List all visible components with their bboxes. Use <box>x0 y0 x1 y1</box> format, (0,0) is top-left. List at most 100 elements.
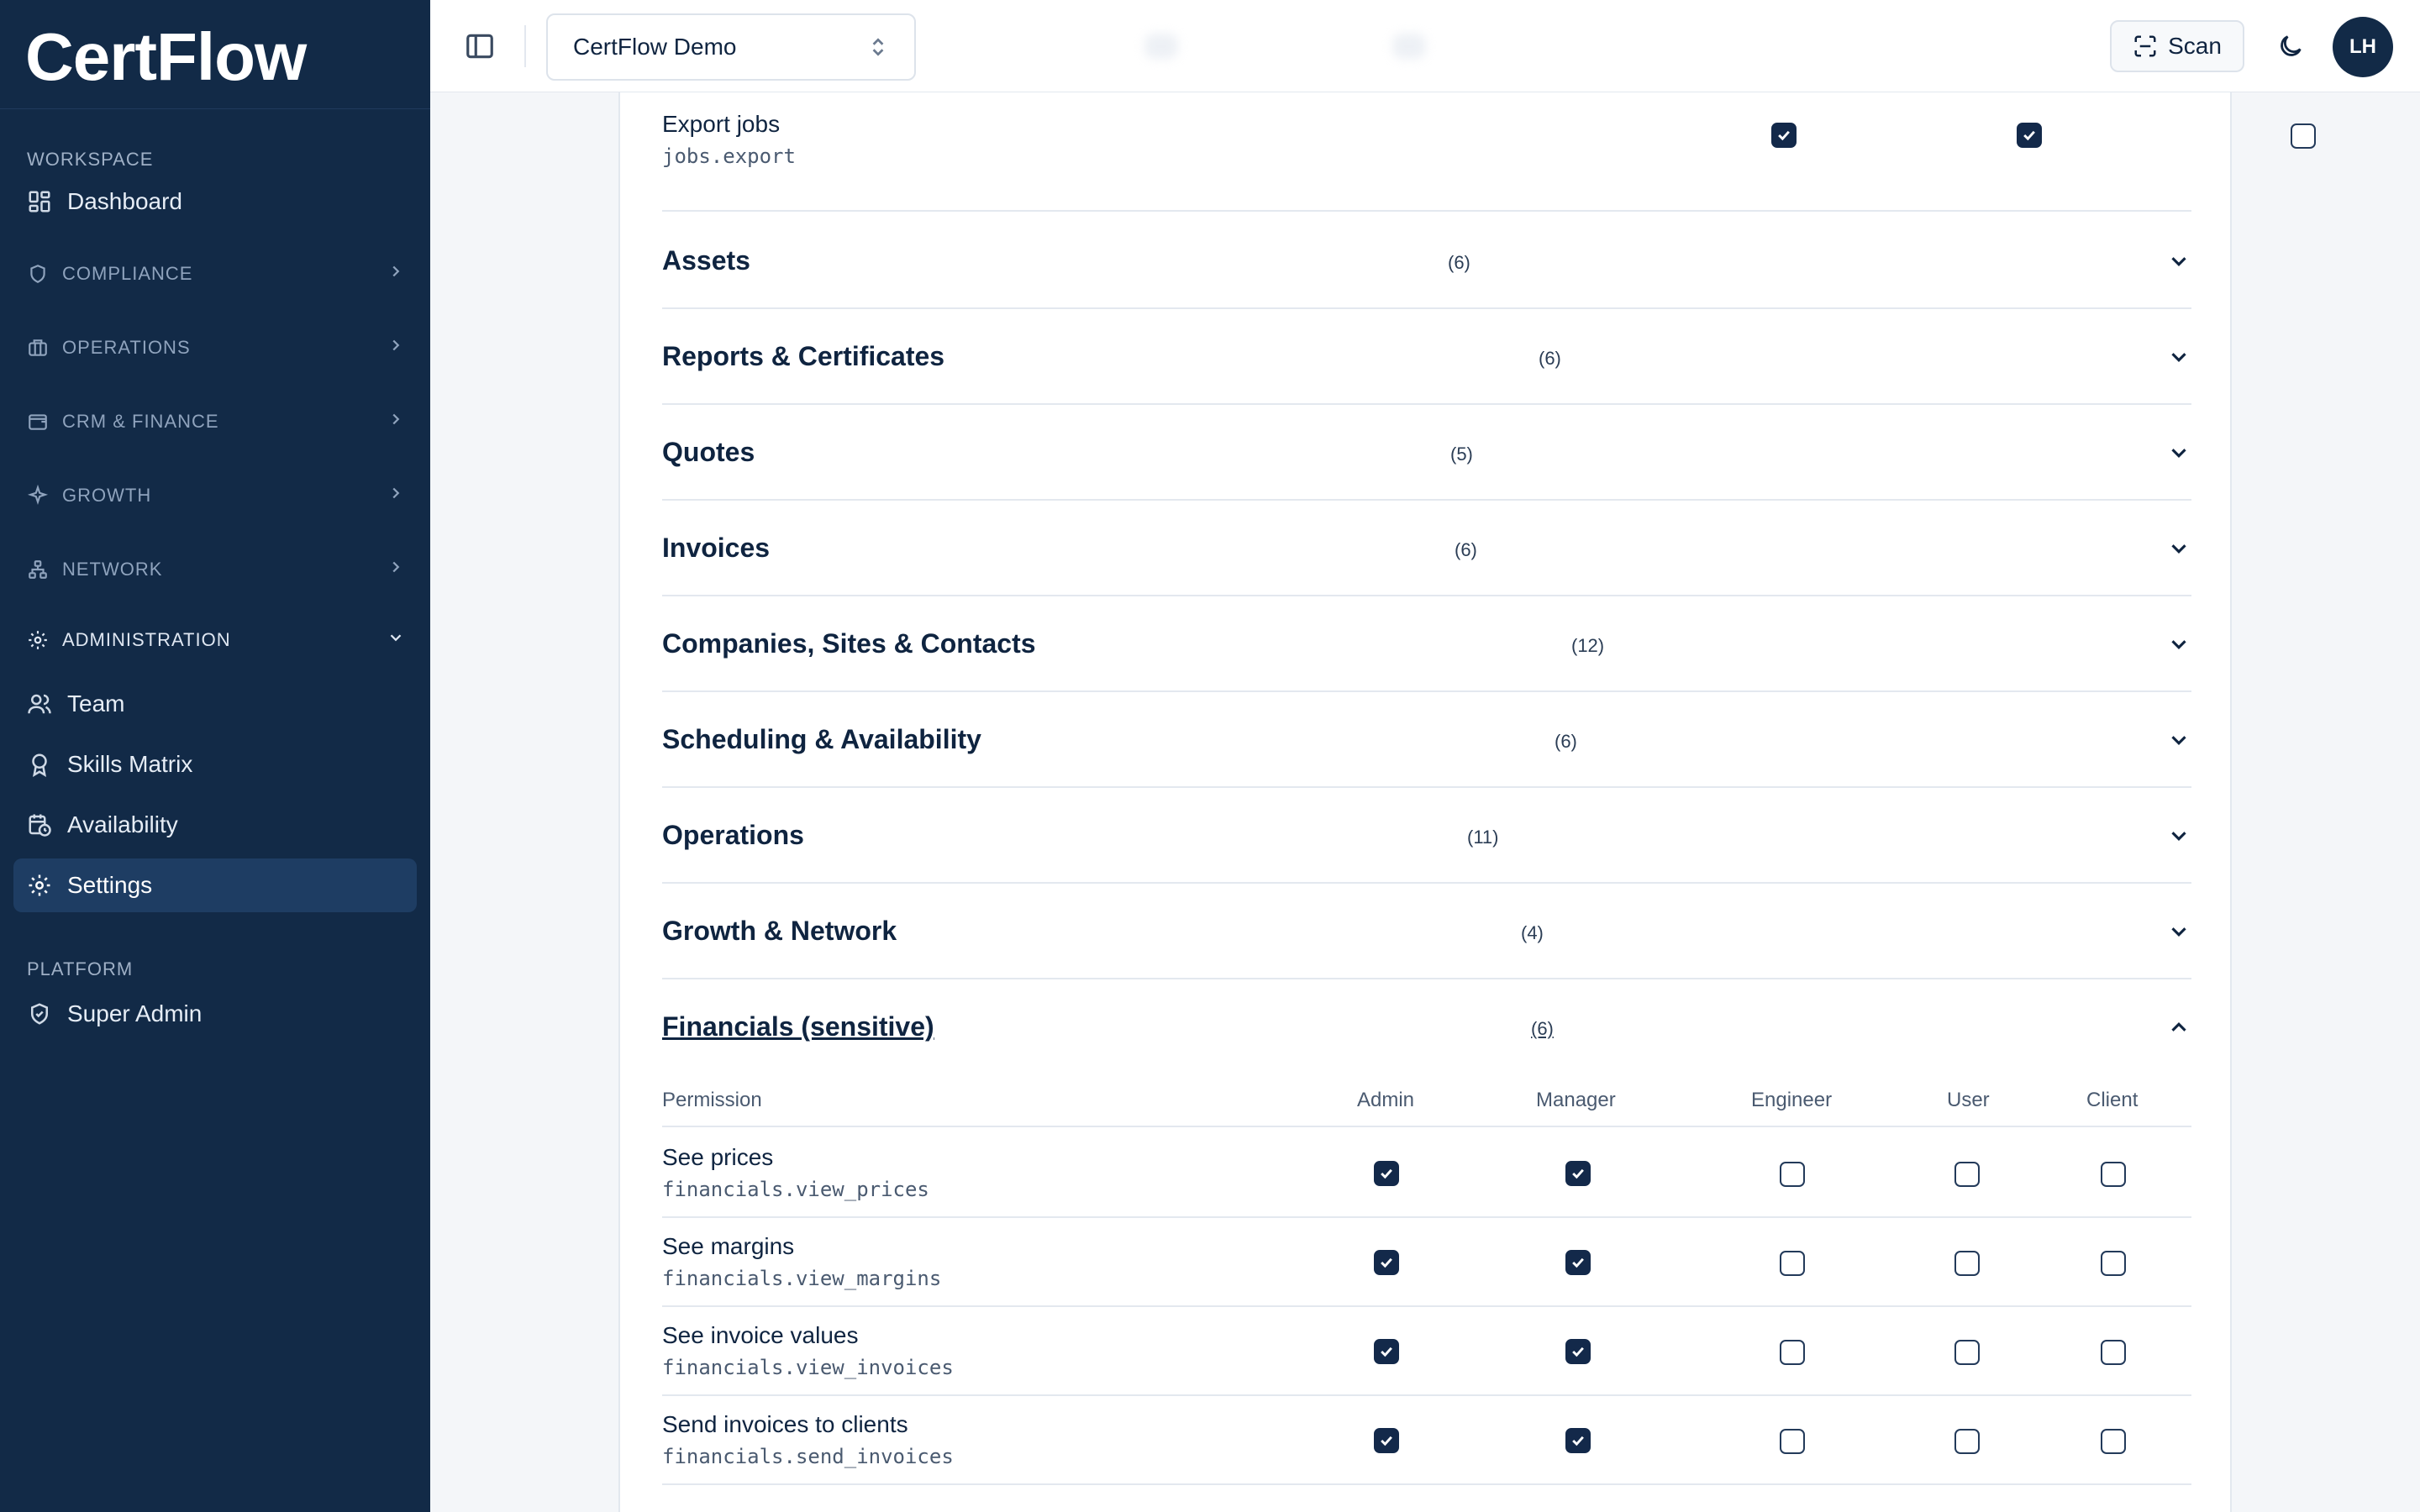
sidebar-item-label: Team <box>67 690 125 717</box>
sidebar-group-label: ADMINISTRATION <box>62 629 231 650</box>
checkbox-user[interactable] <box>1954 1251 1980 1276</box>
permissions-card: Export jobs jobs.export Assets (6) Repor… <box>618 92 2316 1512</box>
sidebar-group-operations[interactable]: OPERATIONS <box>0 311 430 385</box>
accordion-growth-network[interactable]: Growth & Network (4) <box>662 884 2191 979</box>
section-label-platform: PLATFORM <box>27 958 134 979</box>
checkbox-admin[interactable] <box>1374 1339 1399 1364</box>
column-header-user: User <box>1947 1089 1990 1111</box>
sidebar-item-settings[interactable]: Settings <box>13 858 417 912</box>
accordion-count: (12) <box>1571 635 1605 656</box>
checkbox-user[interactable] <box>1954 1429 1980 1454</box>
briefcase-icon <box>27 337 49 359</box>
accordion-reports-certificates[interactable]: Reports & Certificates (6) <box>662 309 2191 405</box>
table-row: See margins financials.view_margins <box>662 1218 2191 1307</box>
column-header-manager: Manager <box>1536 1089 1616 1111</box>
accordion-count: (6) <box>1455 539 1477 560</box>
accordion-title: Invoices <box>662 533 771 563</box>
accordion-title: Financials (sensitive) <box>662 1011 934 1042</box>
sidebar-item-label: Dashboard <box>67 188 182 214</box>
permission-name: See invoice values <box>662 1322 859 1348</box>
accordion-title: Companies, Sites & Contacts <box>662 628 1036 659</box>
checkbox-client[interactable] <box>2101 1340 2126 1365</box>
checkbox-manager[interactable] <box>1565 1428 1591 1453</box>
permission-key: financials.view_prices <box>662 1178 929 1201</box>
dashboard-icon <box>27 189 52 214</box>
chevron-down-icon <box>2166 536 2191 561</box>
checkbox-admin[interactable] <box>1374 1250 1399 1275</box>
permissions-table-header: Permission Admin Manager Engineer User C… <box>662 1074 2191 1127</box>
sidebar-group-crm-finance[interactable]: CRM & FINANCE <box>0 385 430 459</box>
checkbox-client[interactable] <box>2101 1251 2126 1276</box>
sidebar-item-skills-matrix[interactable]: Skills Matrix <box>0 734 430 795</box>
chevron-down-icon <box>2166 632 2191 657</box>
sidebar-group-administration[interactable]: ADMINISTRATION <box>0 606 430 674</box>
sidebar-group-label: COMPLIANCE <box>62 263 193 284</box>
users-icon <box>27 691 52 717</box>
checkbox-engineer[interactable] <box>1780 1429 1805 1454</box>
sidebar-group-growth[interactable]: GROWTH <box>0 459 430 533</box>
checkbox-manager[interactable] <box>1565 1339 1591 1364</box>
checkbox-engineer[interactable] <box>1780 1162 1805 1187</box>
accordion-title: Reports & Certificates <box>662 341 945 371</box>
sidebar-toggle-icon[interactable] <box>464 30 496 62</box>
permission-name: See margins <box>662 1233 795 1259</box>
chevron-right-icon <box>387 410 405 433</box>
checkbox-admin[interactable] <box>1771 123 1797 148</box>
sidebar: CertFlow WORKSPACE Dashboard COMPLIANCE … <box>0 0 430 1512</box>
shield-icon <box>27 263 49 285</box>
scan-button[interactable]: Scan <box>2110 20 2244 72</box>
accordion-count: (6) <box>1555 731 1577 752</box>
checkbox-admin[interactable] <box>1374 1428 1399 1453</box>
checkbox-client[interactable] <box>2101 1429 2126 1454</box>
accordion-operations[interactable]: Operations (11) <box>662 788 2191 884</box>
accordion-companies-sites-contacts[interactable]: Companies, Sites & Contacts (12) <box>662 596 2191 692</box>
checkbox-manager[interactable] <box>1565 1161 1591 1186</box>
chevron-right-icon <box>387 558 405 581</box>
chevron-right-icon <box>387 484 405 507</box>
checkbox-admin[interactable] <box>1374 1161 1399 1186</box>
accordion-count: (5) <box>1450 444 1473 465</box>
permission-key: financials.view_invoices <box>662 1356 954 1379</box>
accordion-quotes[interactable]: Quotes (5) <box>662 405 2191 501</box>
column-header-engineer: Engineer <box>1751 1089 1833 1111</box>
permission-key: financials.view_margins <box>662 1267 942 1290</box>
sidebar-item-label: Settings <box>67 872 153 898</box>
workspace-select[interactable]: CertFlow Demo <box>546 13 916 81</box>
chevron-down-icon <box>2166 727 2191 753</box>
checkbox-engineer[interactable] <box>1780 1251 1805 1276</box>
wallet-icon <box>27 411 49 433</box>
chevron-up-icon <box>2166 1015 2191 1040</box>
sidebar-item-dashboard[interactable]: Dashboard <box>0 175 430 228</box>
accordion-scheduling-availability[interactable]: Scheduling & Availability (6) <box>662 692 2191 788</box>
checkbox-user[interactable] <box>1954 1340 1980 1365</box>
permission-key: financials.send_invoices <box>662 1445 954 1468</box>
sidebar-group-label: GROWTH <box>62 485 152 506</box>
moon-icon[interactable] <box>2276 32 2305 60</box>
avatar[interactable]: LH <box>2333 17 2393 77</box>
chevron-right-icon <box>387 262 405 286</box>
accordion-invoices[interactable]: Invoices (6) <box>662 501 2191 596</box>
checkbox-manager[interactable] <box>2017 123 2042 148</box>
checkbox-manager[interactable] <box>1565 1250 1591 1275</box>
sidebar-group-compliance[interactable]: COMPLIANCE <box>0 237 430 311</box>
checkbox-engineer[interactable] <box>2291 123 2316 149</box>
accordion-financials-sensitive[interactable]: Financials (sensitive) (6) <box>662 979 2191 1075</box>
accordion-count: (6) <box>1539 348 1561 369</box>
accordion-assets[interactable]: Assets (6) <box>662 213 2191 309</box>
sidebar-item-team[interactable]: Team <box>0 674 430 734</box>
accordion-title: Operations <box>662 820 804 850</box>
sidebar-group-network[interactable]: NETWORK <box>0 533 430 606</box>
permission-name: See prices <box>662 1144 774 1170</box>
sidebar-item-availability[interactable]: Availability <box>0 795 430 855</box>
checkbox-user[interactable] <box>1954 1162 1980 1187</box>
sidebar-group-label: NETWORK <box>62 559 163 580</box>
checkbox-engineer[interactable] <box>1780 1340 1805 1365</box>
sidebar-item-super-admin[interactable]: Super Admin <box>0 984 430 1043</box>
brand-logo[interactable]: CertFlow <box>0 0 430 109</box>
checkbox-client[interactable] <box>2101 1162 2126 1187</box>
section-label-workspace: WORKSPACE <box>27 149 154 170</box>
chevron-down-icon <box>2166 823 2191 848</box>
sparkle-icon <box>27 485 49 507</box>
permission-name: Export jobs <box>662 111 781 137</box>
table-row: Export jobs jobs.export <box>662 92 2316 212</box>
